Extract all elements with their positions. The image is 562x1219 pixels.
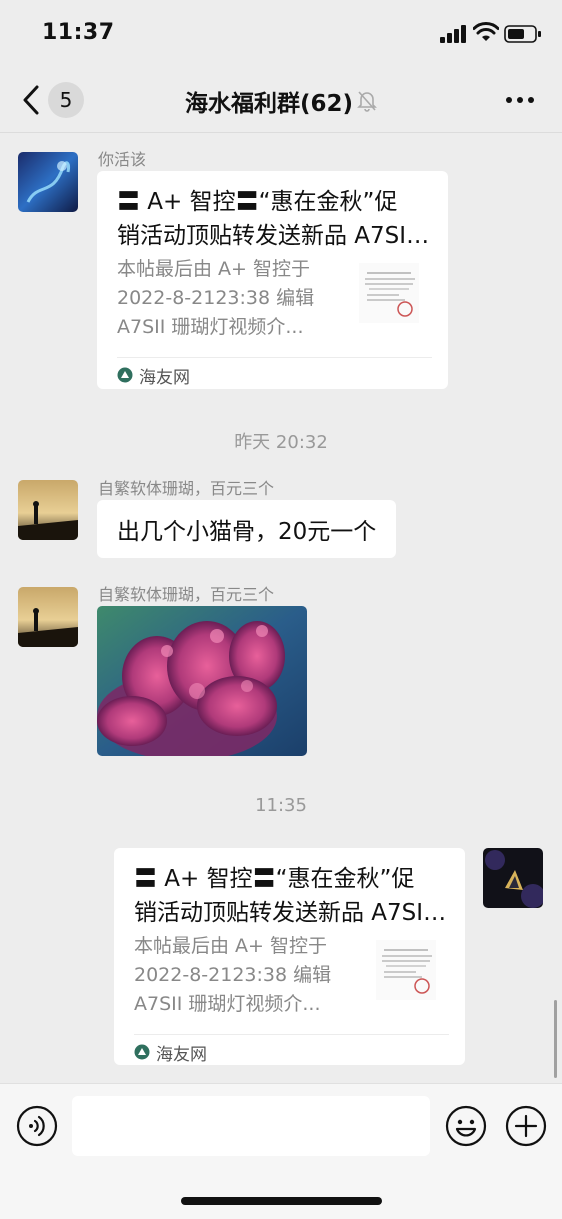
status-bar: 11:37: [0, 0, 562, 70]
card-thumbnail: [376, 940, 436, 1000]
coral-photo[interactable]: [97, 606, 307, 756]
timestamp: 昨天 20:32: [234, 432, 328, 453]
card-source: 海友网: [156, 1044, 207, 1065]
voice-icon[interactable]: [16, 1105, 58, 1147]
sender-name: 自繁软体珊瑚，百元三个: [98, 479, 275, 498]
avatar[interactable]: [18, 152, 78, 212]
card-thumbnail: [359, 263, 419, 323]
sender-name: 你活该: [98, 150, 147, 169]
avatar[interactable]: [18, 587, 78, 647]
home-indicator[interactable]: [181, 1197, 382, 1205]
link-card[interactable]: 〓 A+ 智控〓“惠在金秋”促 销活动顶贴转发送新品 A7SII 珊瑚灯 本帖最…: [114, 848, 465, 1065]
card-description: 本帖最后由 A+ 智控于 2022-8-2123:38 编辑 A7SII 珊瑚灯…: [134, 935, 332, 1015]
link-card[interactable]: 〓 A+ 智控〓“惠在金秋”促 销活动顶贴转发送新品 A7SII 珊瑚灯 本帖最…: [97, 171, 448, 389]
wifi-icon: [473, 22, 499, 41]
text-message-bubble[interactable]: 出几个小猫骨，20元一个: [97, 500, 397, 558]
card-description: 本帖最后由 A+ 智控于 2022-8-2123:38 编辑 A7SII 珊瑚灯…: [117, 258, 315, 338]
scrollbar[interactable]: [554, 1000, 557, 1078]
avatar[interactable]: [18, 480, 78, 540]
chat-title: 海水福利群(62): [184, 91, 354, 117]
card-title-line: 〓 A+ 智控〓“惠在金秋”促: [134, 866, 415, 892]
chat-header: 5 海水福利群(62): [0, 70, 562, 133]
status-time: 11:37: [42, 20, 115, 45]
emoji-icon[interactable]: [445, 1105, 487, 1147]
timestamp: 11:35: [255, 795, 307, 816]
more-dots-icon[interactable]: [505, 96, 535, 104]
card-divider: [117, 357, 432, 358]
card-title-line: 销活动顶贴转发送新品 A7SII 珊瑚灯: [134, 900, 452, 926]
card-title-line: 销活动顶贴转发送新品 A7SII 珊瑚灯: [117, 223, 435, 249]
my-avatar[interactable]: [483, 848, 543, 908]
card-source: 海友网: [139, 367, 190, 388]
battery-icon: [504, 25, 541, 43]
card-divider: [134, 1034, 449, 1035]
card-title-line: 〓 A+ 智控〓“惠在金秋”促: [117, 189, 398, 215]
message-input[interactable]: [72, 1096, 430, 1156]
bell-slash-icon: [357, 91, 377, 112]
cellular-signal-icon: [440, 25, 466, 43]
plus-icon[interactable]: [505, 1105, 547, 1147]
site-logo-icon: [117, 367, 133, 383]
sender-name: 自繁软体珊瑚，百元三个: [98, 585, 275, 604]
site-logo-icon: [134, 1044, 150, 1060]
